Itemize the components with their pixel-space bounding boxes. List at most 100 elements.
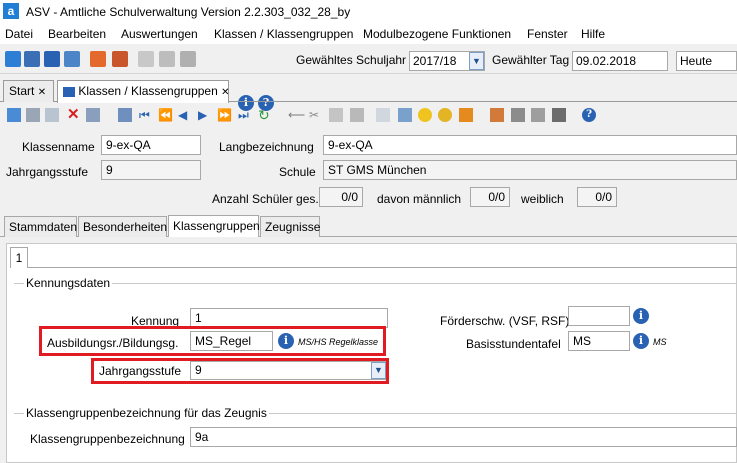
first-icon[interactable]: ⏮	[139, 108, 153, 122]
prev-page-icon[interactable]: ⏪	[158, 108, 173, 122]
next-icon[interactable]: ▶	[198, 108, 212, 122]
tag-field[interactable]: 09.02.2018	[572, 51, 668, 71]
ausbildung-label: Ausbildungsr./Bildungsg.	[47, 336, 179, 350]
new-icon[interactable]	[7, 108, 21, 122]
chevron-down-icon[interactable]: ▼	[469, 52, 484, 70]
title-bar: a ASV - Amtliche Schulverwaltung Version…	[0, 0, 737, 24]
tab-klassen-label: Klassen / Klassengruppen	[78, 84, 218, 98]
tag-label: Gewählter Tag	[492, 53, 570, 67]
list-icon[interactable]	[118, 108, 132, 122]
app-logo-icon: a	[3, 3, 19, 19]
copy-record-icon[interactable]	[86, 108, 100, 122]
subtab-line	[10, 267, 737, 268]
report-icon[interactable]	[112, 51, 128, 67]
class-icon	[63, 86, 75, 97]
jahrgangsstufe-header-label: Jahrgangsstufe	[6, 165, 89, 179]
prev-icon[interactable]: ◀	[178, 108, 192, 122]
back-icon[interactable]: ⟵	[288, 108, 305, 122]
tab-gruppe-1[interactable]: 1	[10, 247, 28, 268]
tab-klassen[interactable]: Klassen / Klassengruppen ✕	[57, 80, 230, 103]
users-icon[interactable]	[490, 108, 504, 122]
delete-icon[interactable]: ✕	[67, 107, 81, 122]
tools-icon[interactable]	[159, 51, 175, 67]
students-icon[interactable]	[5, 51, 21, 67]
tab-start[interactable]: Start ✕	[3, 80, 54, 102]
klassengruppenbezeichnung-field[interactable]: 9a	[190, 427, 737, 447]
menu-datei[interactable]: Datei	[5, 27, 33, 41]
menu-hilfe[interactable]: Hilfe	[581, 27, 605, 41]
chevron-down-icon[interactable]: ▼	[371, 362, 386, 379]
klassengruppenbezeichnung-label: Klassengruppenbezeichnung	[30, 432, 185, 446]
help-icon[interactable]: ?	[582, 108, 596, 122]
foerder-label: Förderschw. (VSF, RSF)	[440, 314, 570, 328]
classes-icon[interactable]	[24, 51, 40, 67]
maennlich-label: davon männlich	[377, 192, 462, 206]
jahrgangsstufe-header-field: 9	[101, 160, 201, 180]
print-icon[interactable]	[376, 108, 390, 122]
preview-icon[interactable]	[398, 108, 412, 122]
copy-icon[interactable]	[138, 51, 154, 67]
weiblich-label: weiblich	[521, 192, 564, 206]
cut-icon[interactable]: ✂	[309, 108, 323, 122]
kennungsdaten-divider	[14, 283, 737, 284]
info-icon[interactable]: i	[633, 308, 649, 324]
langbezeichnung-label: Langbezeichnung	[219, 140, 314, 154]
flash-icon[interactable]	[180, 51, 196, 67]
schedule-icon[interactable]	[44, 51, 60, 67]
tab-stammdaten[interactable]: Stammdaten	[4, 216, 77, 237]
paste-special-icon[interactable]	[350, 108, 364, 122]
weiblich-field: 0/0	[577, 187, 617, 207]
heute-field[interactable]: Heute	[676, 51, 737, 71]
foerder-field[interactable]	[568, 306, 630, 326]
book-icon[interactable]	[90, 51, 106, 67]
anzahl-label: Anzahl Schüler ges.	[212, 192, 319, 206]
group-icon[interactable]	[531, 108, 545, 122]
tab-start-label: Start	[9, 84, 35, 98]
schule-label: Schule	[279, 165, 316, 179]
menu-klassen[interactable]: Klassen / Klassengruppen	[214, 27, 353, 41]
jahrgangsstufe-select[interactable]: 9	[190, 361, 386, 380]
user-settings-icon[interactable]	[511, 108, 525, 122]
basis-label: Basisstundentafel	[466, 337, 561, 351]
menu-bearbeiten[interactable]: Bearbeiten	[48, 27, 106, 41]
schuljahr-label: Gewähltes Schuljahr	[296, 53, 407, 67]
main-toolbar: i ? Gewähltes Schuljahr 2017/18 ▼ Gewähl…	[0, 44, 737, 111]
klassenname-field[interactable]: 9-ex-QA	[101, 135, 201, 155]
document-tab-strip: Start ✕ Klassen / Klassengruppen ✕	[0, 78, 737, 103]
next-page-icon[interactable]: ⏩	[217, 108, 232, 122]
tab-zeugnisse[interactable]: Zeugnisse	[260, 216, 320, 237]
info-icon[interactable]: i	[633, 333, 649, 349]
teachers-icon[interactable]	[64, 51, 80, 67]
paste-icon[interactable]	[329, 108, 343, 122]
menu-bar: Datei Bearbeiten Auswertungen Klassen / …	[0, 24, 737, 44]
window-title: ASV - Amtliche Schulverwaltung Version 2…	[26, 5, 351, 19]
basis-hint: MS	[653, 337, 667, 347]
info-icon[interactable]: i	[278, 333, 294, 349]
close-icon[interactable]: ✕	[221, 87, 229, 98]
klassenname-label: Klassenname	[22, 140, 95, 154]
tab-besonderheiten[interactable]: Besonderheiten	[78, 216, 167, 237]
basis-field[interactable]: MS	[568, 331, 630, 351]
last-icon[interactable]: ⏭	[238, 108, 252, 122]
tab-klassengruppen[interactable]: Klassengruppen	[168, 215, 260, 237]
jahrgangsstufe-label: Jahrgangsstufe	[99, 364, 182, 378]
langbezeichnung-field[interactable]: 9-ex-QA	[323, 135, 737, 155]
ausbildung-hint: MS/HS Regelklasse	[298, 337, 379, 347]
anzahl-field: 0/0	[319, 187, 363, 207]
menu-auswertungen[interactable]: Auswertungen	[121, 27, 198, 41]
close-icon[interactable]: ✕	[38, 87, 46, 98]
hint-icon[interactable]	[418, 108, 432, 122]
save-close-icon[interactable]	[45, 108, 59, 122]
refresh-icon[interactable]: ↻	[258, 108, 272, 122]
zeugnis-title: Klassengruppenbezeichnung für das Zeugni…	[24, 406, 269, 420]
maennlich-field: 0/0	[470, 187, 510, 207]
menu-fenster[interactable]: Fenster	[527, 27, 568, 41]
export-icon[interactable]	[552, 108, 566, 122]
kennung-field[interactable]: 1	[190, 308, 388, 328]
broom-icon[interactable]	[459, 108, 473, 122]
ausbildung-field[interactable]: MS_Regel	[190, 331, 273, 351]
record-toolbar	[0, 104, 737, 128]
save-icon[interactable]	[26, 108, 40, 122]
menu-modulbezogene-funktionen[interactable]: Modulbezogene Funktionen	[363, 27, 511, 41]
clock-icon[interactable]	[438, 108, 452, 122]
